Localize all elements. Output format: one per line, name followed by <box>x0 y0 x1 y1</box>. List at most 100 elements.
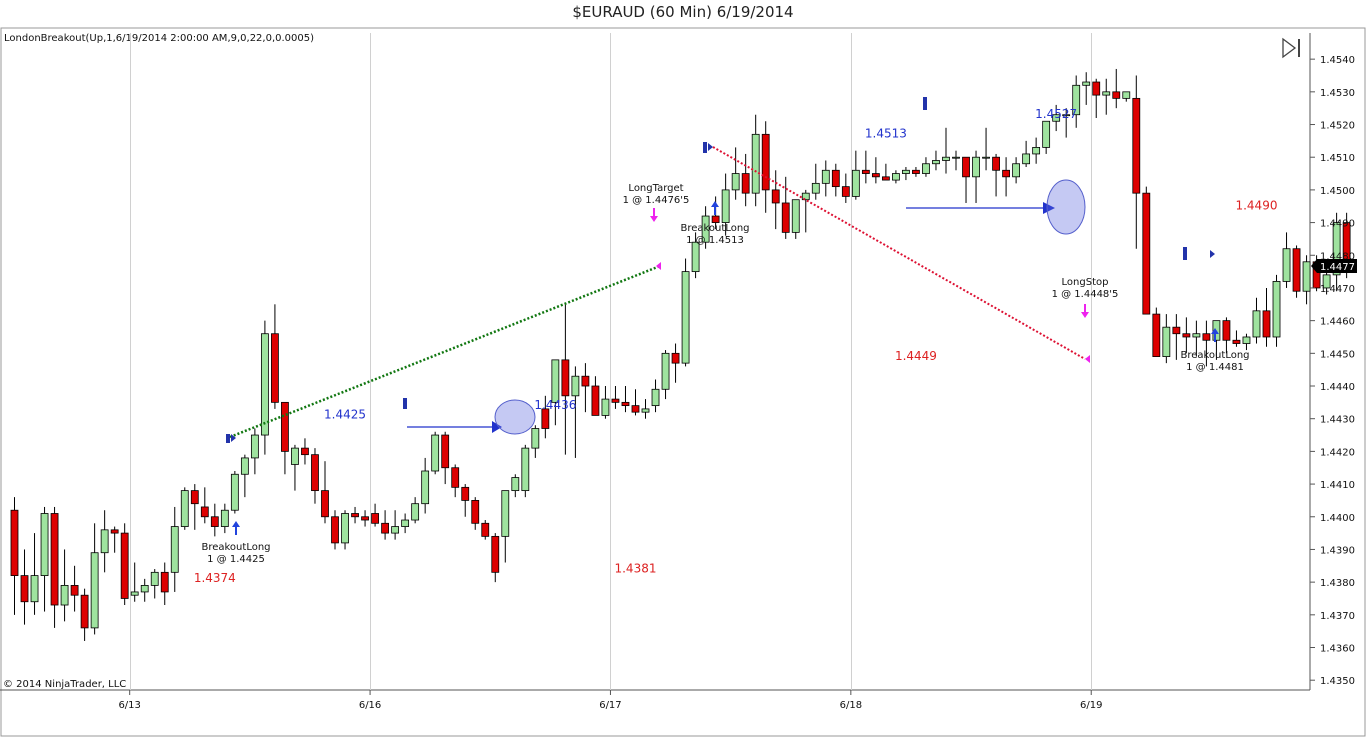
candles <box>10 68 1351 641</box>
trade-detail-4: 1 @ 1.4448'5 <box>1052 289 1119 300</box>
candle-body <box>1122 91 1131 99</box>
candle-body <box>1102 91 1111 96</box>
candle-body <box>791 199 800 233</box>
candle-body <box>220 509 229 527</box>
candle-body <box>821 169 830 184</box>
candle-body <box>711 215 720 223</box>
price-label: 1.4381 <box>614 561 656 575</box>
candle-body <box>70 585 79 596</box>
play-to-end-button[interactable] <box>1280 36 1304 60</box>
candle-body <box>1232 339 1241 344</box>
candle-body <box>1002 169 1010 178</box>
candle-body <box>1312 261 1321 289</box>
candle-body <box>571 375 580 397</box>
candle-body <box>311 454 319 492</box>
y-tick-label: 1.4540 <box>1320 55 1355 66</box>
x-tick-label: 6/16 <box>359 700 381 711</box>
candle-body <box>801 192 810 201</box>
candle-body <box>60 585 69 606</box>
candle-body <box>90 552 99 629</box>
candle-body <box>781 202 790 233</box>
buy-arrow-1 <box>232 521 240 535</box>
candle-body <box>671 352 680 364</box>
candle-body <box>902 169 910 174</box>
y-tick-label: 1.4420 <box>1320 447 1355 458</box>
candle-body <box>1052 114 1061 122</box>
price-label: 1.4425 <box>324 408 366 422</box>
candle-body <box>40 513 49 576</box>
candle-body <box>962 156 970 178</box>
candle-body <box>180 490 189 527</box>
candle-body <box>851 169 860 197</box>
y-tick-label: 1.4510 <box>1320 153 1355 164</box>
candle-body <box>200 506 209 518</box>
candle-body <box>341 513 349 544</box>
candle-body <box>561 359 570 397</box>
candle-body <box>371 513 379 524</box>
y-tick-label: 1.4530 <box>1320 88 1355 99</box>
x-tick-label: 6/17 <box>599 700 621 711</box>
price-chart: 1.44251.44361.45131.45271.44811.43741.43… <box>0 27 1366 737</box>
y-tick-label: 1.4400 <box>1320 513 1355 524</box>
candle-body <box>100 529 109 554</box>
indicator-label: LondonBreakout(Up,1,6/19/2014 2:00:00 AM… <box>4 33 315 44</box>
x-tick-label: 6/18 <box>840 700 862 711</box>
candle-body <box>1202 333 1211 341</box>
candle-body <box>831 169 840 188</box>
candle-body <box>1332 222 1341 276</box>
candle-body <box>992 156 1000 171</box>
candle-body <box>701 215 710 243</box>
x-tick-label: 6/19 <box>1080 700 1102 711</box>
exit-marker-1 <box>656 262 661 270</box>
candle-body <box>150 571 159 586</box>
breakout-arrow-head-1 <box>492 421 502 433</box>
candle-body <box>1092 81 1101 96</box>
candle-body <box>541 408 550 429</box>
candle-body <box>1142 192 1151 315</box>
price-label: 1.4449 <box>895 349 937 363</box>
candle-body <box>691 241 700 273</box>
price-label: 1.4436 <box>534 398 576 412</box>
candle-body <box>761 133 770 191</box>
candle-body <box>892 173 900 181</box>
price-labels: 1.44251.44361.45131.45271.44811.43741.43… <box>194 107 1278 585</box>
y-tick-label: 1.4410 <box>1320 480 1355 491</box>
candle-body <box>922 163 930 174</box>
buy-arrow-3 <box>1211 328 1219 342</box>
y-tick-label: 1.4450 <box>1320 349 1355 360</box>
exit-marker-2 <box>1085 355 1090 363</box>
candle-body <box>1272 281 1281 338</box>
candle-body <box>681 271 690 364</box>
x-axis-ticks: 6/13 6/16 6/17 6/18 6/19 <box>118 690 1102 711</box>
candle-body <box>391 526 400 534</box>
candle-body <box>401 519 410 527</box>
breakout-ellipse-1 <box>494 399 536 435</box>
trade-name-5: BreakoutLong <box>1180 350 1249 361</box>
sell-arrow-1 <box>650 208 658 222</box>
candle-body <box>361 516 369 521</box>
y-tick-label: 1.4470 <box>1320 284 1355 295</box>
breakout-ellipse-2 <box>1046 179 1086 235</box>
candle-body <box>120 532 129 599</box>
candle-body <box>291 447 299 465</box>
x-tick-label: 6/13 <box>118 700 140 711</box>
candle-body <box>1022 153 1031 165</box>
entry-marker-1 <box>231 434 236 442</box>
trade-line-1 <box>229 264 661 439</box>
candle-body <box>431 434 440 472</box>
candle-body <box>721 189 730 223</box>
candle-body <box>621 401 630 407</box>
candle-body <box>230 473 239 511</box>
trade-name-4: LongStop <box>1062 277 1109 288</box>
candle-body <box>1302 261 1311 292</box>
candle-body <box>641 408 650 413</box>
candle-body <box>1182 333 1191 338</box>
candle-body <box>481 522 490 537</box>
candle-body <box>281 401 289 452</box>
markers <box>226 97 1219 535</box>
candle-body <box>982 156 990 159</box>
candle-body <box>1222 320 1231 341</box>
candle-body <box>741 173 750 194</box>
candle-body <box>1162 326 1171 357</box>
candle-body <box>381 522 389 534</box>
